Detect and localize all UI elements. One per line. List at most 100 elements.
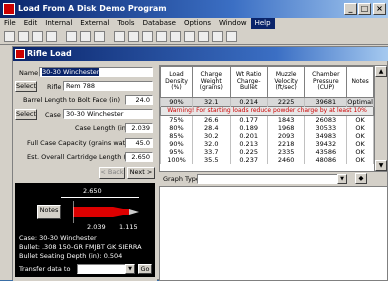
cartridge-drawing <box>73 201 139 223</box>
case-neck <box>123 209 129 215</box>
calc-icon[interactable] <box>114 31 125 42</box>
table-cell: 39681 <box>304 97 348 107</box>
summary-bullet: Bullet: .308 150-GR FMJBT GK SIERRA <box>19 243 142 251</box>
chevron-down-icon[interactable]: ▼ <box>125 264 135 274</box>
graph-chevron-down-icon[interactable]: ▼ <box>337 174 347 184</box>
table-cell: 34983 <box>304 132 348 140</box>
close-button[interactable]: × <box>373 3 386 15</box>
table-cell: 80% <box>160 124 193 132</box>
save-icon[interactable] <box>32 31 43 42</box>
overall-length-field[interactable]: 2.650 <box>125 152 153 162</box>
table-row[interactable]: 90% 32.1 0.214 2225 39681 Optimal <box>160 97 374 107</box>
case-field[interactable]: 30-30 Winchester <box>63 109 153 119</box>
menu-item-internal[interactable]: Internal <box>41 18 76 29</box>
paste-icon[interactable] <box>94 31 105 42</box>
load-form-panel: Name 30-30 Winchester Select Rifle Rem 7… <box>13 61 157 281</box>
table-cell: 32.0 <box>192 140 231 148</box>
case-body <box>73 207 113 217</box>
table-row[interactable]: 95% 33.7 0.225 2335 43586 OK <box>160 148 374 156</box>
new-icon[interactable] <box>4 31 15 42</box>
menu-item-tools[interactable]: Tools <box>113 18 138 29</box>
target-icon[interactable] <box>142 31 153 42</box>
graph-type-dropdown[interactable] <box>197 174 345 184</box>
notes-button[interactable]: Notes <box>37 205 61 219</box>
name-field[interactable]: 30-30 Winchester <box>39 67 153 77</box>
neck-length-value: 1.115 <box>119 223 138 231</box>
copy-icon[interactable] <box>80 31 91 42</box>
menu-item-database[interactable]: Database <box>139 18 180 29</box>
menu-item-edit[interactable]: Edit <box>20 18 42 29</box>
bullet-icon[interactable] <box>170 31 181 42</box>
table-cell: 33.7 <box>192 148 231 156</box>
table-row[interactable]: 80% 28.4 0.189 1968 30533 OK <box>160 124 374 132</box>
scroll-up-icon[interactable]: ▲ <box>375 66 387 77</box>
name-label: Name <box>19 69 39 77</box>
powder-icon[interactable] <box>184 31 195 42</box>
table-cell: Optimal <box>346 97 374 107</box>
table-cell: 90% <box>160 140 193 148</box>
table-cell: 0.214 <box>229 97 268 107</box>
table-row[interactable]: 85% 30.2 0.201 2093 34983 OK <box>160 132 374 140</box>
table-cell: 2218 <box>266 140 306 148</box>
rifle-load-window: Rifle Load Name 30-30 Winchester Select … <box>12 46 388 281</box>
menu-item-help[interactable]: Help <box>250 18 275 29</box>
barrel-length-label: Barrel Length to Bolt Face (in) <box>23 96 121 104</box>
table-cell: 2225 <box>266 97 306 107</box>
menu-bar: File Edit Internal External Tools Database Opt… <box>0 18 388 29</box>
select-case-button[interactable]: Select <box>15 109 37 120</box>
table-header: Load Density (%) <box>160 66 193 98</box>
table-header: Charge Weight (grains) <box>192 66 231 98</box>
table-cell: 43586 <box>304 148 348 156</box>
scroll-down-icon[interactable]: ▼ <box>375 160 387 171</box>
menu-item-options[interactable]: Options <box>180 18 215 29</box>
transfer-bar: Transfer data to ▼ Go <box>15 261 155 277</box>
case-length-value: 2.039 <box>87 223 106 231</box>
table-cell: 30.2 <box>192 132 231 140</box>
case-capacity-field[interactable]: 45.0 <box>125 138 153 148</box>
table-cell: 39432 <box>304 140 348 148</box>
report-icon[interactable] <box>212 31 223 42</box>
table-scrollbar[interactable]: ▲ ▼ <box>374 66 387 171</box>
table-row[interactable]: 75% 26.6 0.177 1843 26083 OK <box>160 115 374 124</box>
select-rifle-button[interactable]: Select <box>15 81 37 92</box>
table-row[interactable]: 90% 32.0 0.213 2218 39432 OK <box>160 140 374 148</box>
help-icon[interactable] <box>226 31 237 42</box>
table-cell: 32.1 <box>192 97 231 107</box>
next-button[interactable]: Next > <box>127 167 155 179</box>
table-cell: 0.189 <box>229 124 268 132</box>
cartridge-diagram: 2.650 Notes 2.039 1.115 <box>15 183 155 233</box>
go-button[interactable]: Go <box>138 264 152 274</box>
table-row[interactable]: 100% 35.5 0.237 2460 48086 OK <box>160 156 374 164</box>
app-title: Load From A Disk Demo Program <box>18 4 167 13</box>
table-cell: 75% <box>160 115 193 124</box>
rifle-field[interactable]: Rem 788 <box>63 81 153 91</box>
overall-length-value: 2.650 <box>83 187 102 195</box>
open-icon[interactable] <box>18 31 29 42</box>
table-cell: 0.225 <box>229 148 268 156</box>
case-capacity-label: Full Case Capacity (grains water) <box>27 139 135 147</box>
cut-icon[interactable] <box>66 31 77 42</box>
table-cell: 30533 <box>304 124 348 132</box>
back-button[interactable]: < Back <box>99 167 125 179</box>
menu-item-external[interactable]: External <box>76 18 113 29</box>
menu-item-file[interactable]: File <box>0 18 20 29</box>
table-cell: 0.201 <box>229 132 268 140</box>
graph-options-icon[interactable]: ◆ <box>355 173 367 184</box>
table-cell: 100% <box>160 156 193 164</box>
case-length-field[interactable]: 2.039 <box>125 123 153 133</box>
title-bar: Load From A Disk Demo Program _ □ × <box>0 0 388 18</box>
table-cell: 48086 <box>304 156 348 164</box>
toolbar <box>0 29 388 45</box>
maximize-button[interactable]: □ <box>358 3 371 15</box>
chart-icon[interactable] <box>128 31 139 42</box>
table-cell: 2335 <box>266 148 306 156</box>
bullet-tip <box>129 209 139 215</box>
barrel-length-field[interactable]: 24.0 <box>125 95 153 105</box>
rifle-icon[interactable] <box>156 31 167 42</box>
table-cell: 35.5 <box>192 156 231 164</box>
avg-icon[interactable] <box>198 31 209 42</box>
print-icon[interactable] <box>46 31 57 42</box>
minimize-button[interactable]: _ <box>344 3 357 15</box>
menu-item-window[interactable]: Window <box>215 18 251 29</box>
case-label: Case <box>45 111 61 119</box>
